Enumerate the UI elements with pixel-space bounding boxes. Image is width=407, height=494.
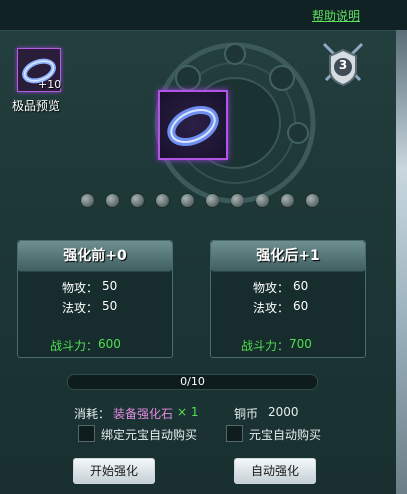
enhance-slot-dot	[106, 194, 119, 207]
before-power-label: 战斗力：	[50, 339, 99, 353]
cost-item: 装备强化石	[113, 407, 174, 421]
enhance-slot-dot	[181, 194, 194, 207]
help-link[interactable]: 帮助说明	[312, 7, 360, 24]
enhance-slot-dot	[206, 194, 219, 207]
before-magic-label: 法攻：	[62, 301, 99, 315]
level-badge: 3	[320, 40, 366, 88]
coin-value: 2000	[268, 405, 299, 419]
start-enhance-button[interactable]: 开始强化	[73, 458, 155, 484]
level-number: 3	[338, 58, 348, 72]
auto-buy-label: 元宝自动购买	[249, 428, 322, 442]
after-stats-box: 强化后+1 物攻： 60 法攻： 60 战斗力： 700	[210, 240, 366, 358]
before-phys-value: 50	[102, 279, 118, 293]
after-magic-label: 法攻：	[253, 301, 290, 315]
bind-auto-buy-checkbox[interactable]	[78, 425, 95, 442]
enhance-slot-dot	[306, 194, 319, 207]
before-phys-label: 物攻：	[62, 281, 99, 295]
auto-buy-checkbox[interactable]	[226, 425, 243, 442]
after-phys-value: 60	[293, 279, 309, 293]
after-title: 强化后+1	[211, 241, 365, 272]
ring-icon	[167, 106, 219, 146]
enhance-slot-dots	[81, 194, 326, 208]
preview-label: 极品预览	[12, 99, 61, 113]
enhance-panel: 帮助说明 +10 极品预览 3 强化前+0 物攻： 50 法攻： 50 战斗力：…	[0, 0, 407, 494]
equipment-slot[interactable]	[158, 90, 228, 160]
enhance-slot-dot	[81, 194, 94, 207]
enhance-progress-bar: 0/10	[67, 374, 318, 390]
enhance-slot-dot	[256, 194, 269, 207]
enhance-slot-dot	[231, 194, 244, 207]
coin-label: 铜币	[234, 407, 259, 421]
enhance-slot-dot	[156, 194, 169, 207]
before-stats-box: 强化前+0 物攻： 50 法攻： 50 战斗力： 600	[17, 240, 173, 358]
cost-label: 消耗：	[74, 407, 111, 421]
before-power-value: 600	[98, 337, 121, 351]
after-power-value: 700	[289, 337, 312, 351]
after-power-label: 战斗力：	[241, 339, 290, 353]
enhance-slot-dot	[281, 194, 294, 207]
after-magic-value: 60	[293, 299, 309, 313]
top-bar: 帮助说明	[0, 0, 407, 31]
preview-plus-level: +10	[38, 78, 62, 91]
before-title: 强化前+0	[18, 241, 172, 272]
after-phys-label: 物攻：	[253, 281, 290, 295]
enhance-slot-dot	[131, 194, 144, 207]
bind-auto-buy-label: 绑定元宝自动购买	[101, 428, 198, 442]
auto-enhance-button[interactable]: 自动强化	[234, 458, 316, 484]
cost-item-qty: × 1	[177, 405, 199, 419]
background-edge	[396, 30, 407, 494]
progress-text: 0/10	[180, 375, 205, 388]
before-magic-value: 50	[102, 299, 118, 313]
